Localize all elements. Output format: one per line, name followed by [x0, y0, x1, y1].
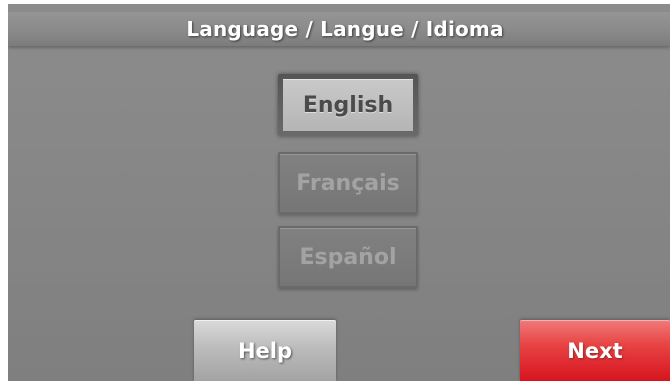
help-button[interactable]: Help: [194, 320, 336, 381]
language-option-spanish[interactable]: Español: [278, 226, 418, 288]
next-button[interactable]: Next: [520, 320, 670, 381]
page-title: Language / Langue / Idioma: [186, 17, 504, 41]
language-option-french[interactable]: Français: [278, 152, 418, 214]
title-bar: Language / Langue / Idioma: [8, 12, 670, 46]
language-option-english[interactable]: English: [278, 74, 418, 136]
language-option-english-label: English: [283, 79, 413, 131]
thermostat-screen: Language / Langue / Idioma English Franç…: [8, 4, 670, 381]
